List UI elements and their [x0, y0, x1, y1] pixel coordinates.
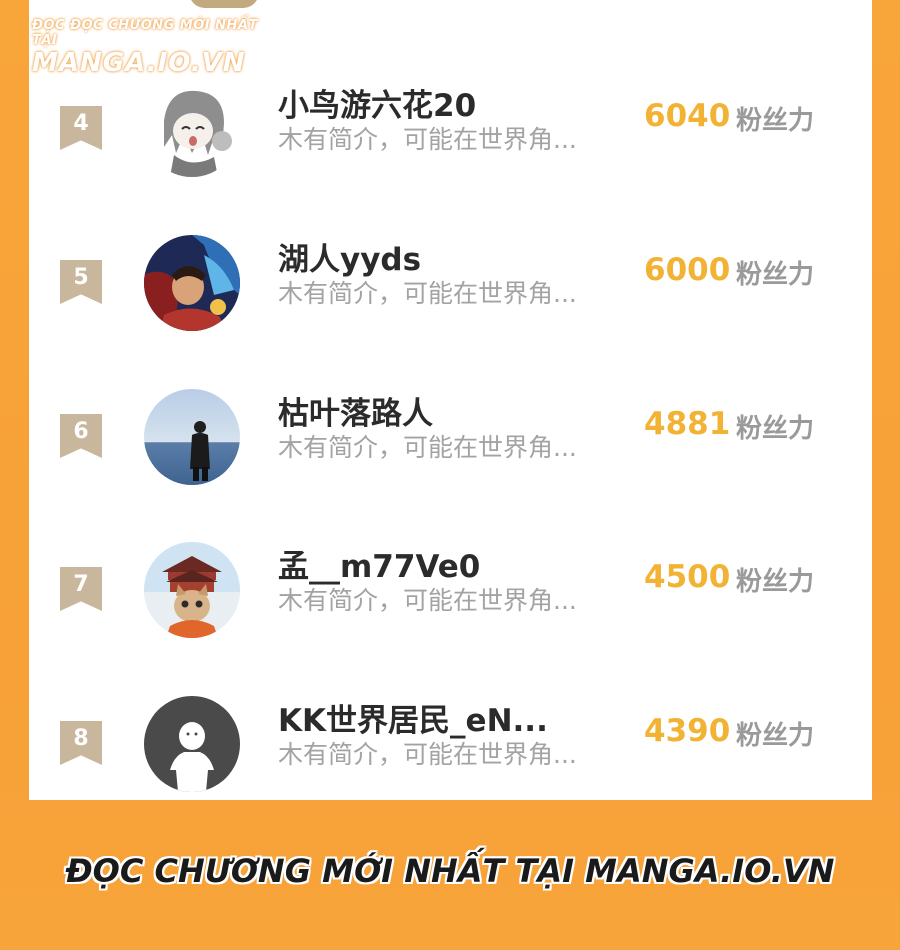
fan-score: 4881: [644, 406, 731, 442]
user-avatar[interactable]: [144, 389, 240, 485]
watermark-line1: ĐỌC ĐỌC CHƯƠNG MỚI NHẤT TẠI: [32, 18, 258, 48]
rank-badge: 5: [60, 260, 102, 304]
ranking-row[interactable]: 6 枯叶落路人 木有简介，可能在世界角... 4881 粉丝力: [29, 389, 872, 534]
username[interactable]: KK世界居民_eN...: [278, 695, 548, 740]
fan-score-unit: 粉丝力: [736, 414, 815, 444]
default-avatar-icon: [144, 696, 240, 792]
footer-banner: ĐỌC CHƯƠNG MỚI NHẤT TẠI MANGA.IO.VN: [65, 852, 835, 890]
rank-number: 7: [73, 572, 89, 597]
user-avatar[interactable]: [144, 235, 240, 331]
fan-score-unit: 粉丝力: [736, 106, 815, 136]
user-avatar[interactable]: [144, 696, 240, 792]
rank-badge: 8: [60, 721, 102, 765]
fan-score: 6040: [644, 98, 731, 134]
ranking-row[interactable]: 8 KK世界居民_eN... 木有简介，可能在世界角... 4390 粉丝力: [29, 696, 872, 841]
fan-score-unit: 粉丝力: [736, 260, 815, 290]
anime-girl-avatar-icon: [144, 81, 240, 177]
watermark-line2: MANGA.IO.VN: [32, 48, 246, 78]
rank-badge: 6: [60, 414, 102, 458]
fan-score: 4390: [644, 713, 731, 749]
rank-number: 4: [73, 111, 89, 136]
rank-number: 5: [73, 265, 89, 290]
person-by-water-avatar-icon: [144, 389, 240, 485]
user-avatar[interactable]: [144, 81, 240, 177]
fan-score: 6000: [644, 252, 731, 288]
rank-badge: 4: [60, 106, 102, 150]
username[interactable]: 枯叶落路人: [278, 388, 433, 433]
ranking-row[interactable]: 7 孟__m77Ve0 木有简介，可能在世界角... 4500 粉丝力: [29, 542, 872, 687]
fan-score-unit: 粉丝力: [736, 721, 815, 751]
watermark: ĐỌC ĐỌC CHƯƠNG MỚI NHẤT TẠI MANGA.IO.VN: [32, 18, 272, 78]
username[interactable]: 孟__m77Ve0: [278, 541, 480, 586]
user-bio: 木有简介，可能在世界角...: [278, 125, 577, 154]
fan-score-unit: 粉丝力: [736, 567, 815, 597]
user-bio: 木有简介，可能在世界角...: [278, 433, 577, 462]
user-avatar[interactable]: [144, 542, 240, 638]
ranking-row[interactable]: 5 湖人yyds 木有简介，可能在世界角... 6000 粉丝力: [29, 235, 872, 380]
rank-number: 6: [73, 419, 89, 444]
username[interactable]: 小鸟游六花20: [278, 80, 476, 125]
rank-badge: 7: [60, 567, 102, 611]
avatar-partial: [189, 0, 259, 8]
rank-number: 8: [73, 726, 89, 751]
username[interactable]: 湖人yyds: [278, 234, 421, 279]
ranking-panel: 4 小鸟游六花20 木有简介，可能在世界角... 6040 粉丝力 5 湖人yy…: [29, 0, 872, 800]
user-bio: 木有简介，可能在世界角...: [278, 586, 577, 615]
anime-art-avatar-icon: [144, 235, 240, 331]
ranking-row[interactable]: 4 小鸟游六花20 木有简介，可能在世界角... 6040 粉丝力: [29, 81, 872, 226]
user-bio: 木有简介，可能在世界角...: [278, 279, 577, 308]
fan-score: 4500: [644, 559, 731, 595]
user-bio: 木有简介，可能在世界角...: [278, 740, 577, 769]
cat-palace-avatar-icon: [144, 542, 240, 638]
